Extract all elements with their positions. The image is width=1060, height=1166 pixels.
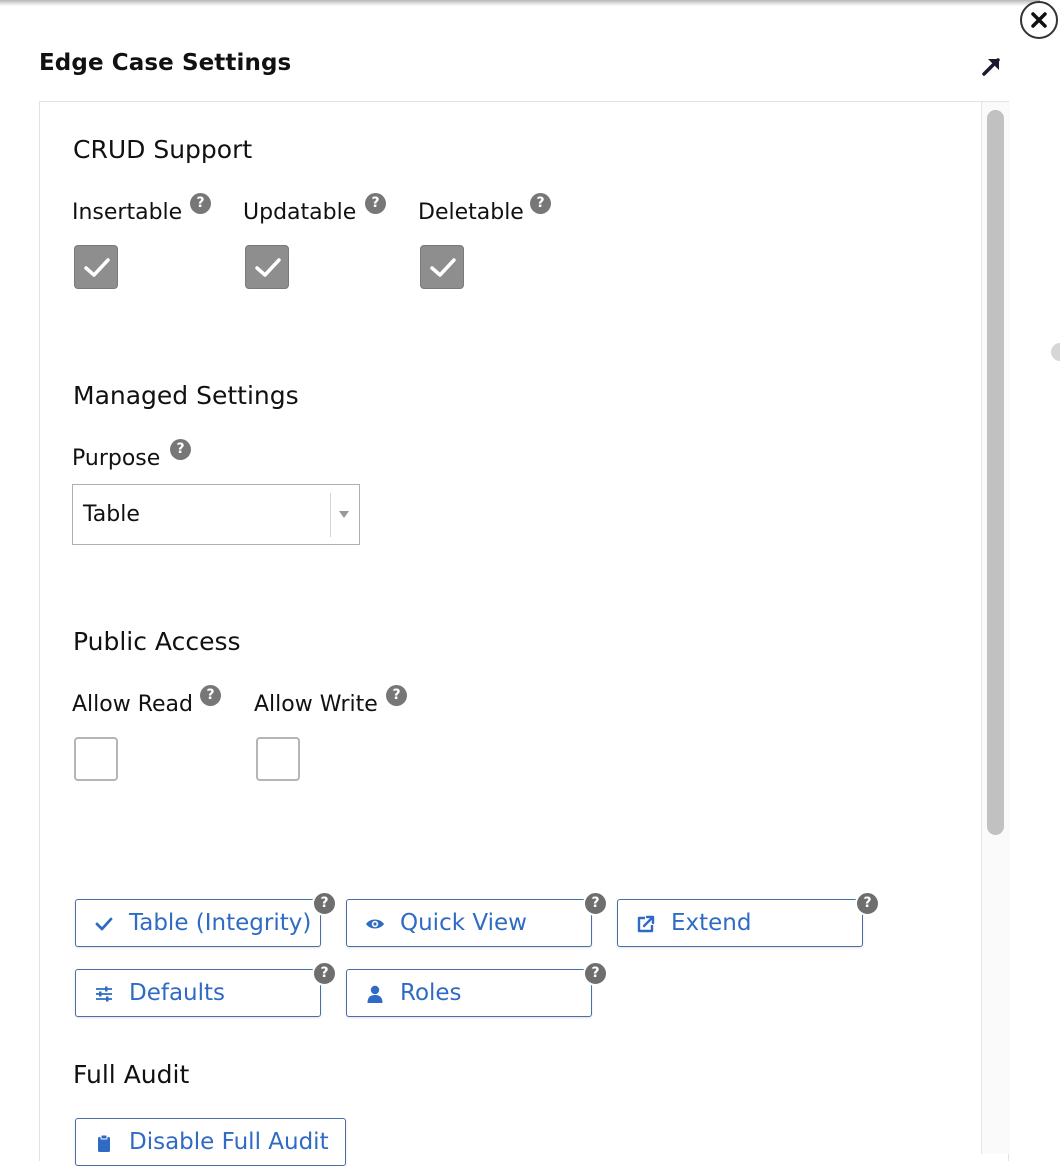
deletable-help-icon[interactable]: ? — [530, 193, 551, 214]
purpose-help-icon[interactable]: ? — [170, 439, 191, 460]
updatable-label: Updatable — [243, 200, 357, 225]
checkmark-icon — [255, 258, 281, 277]
eye-icon — [366, 919, 384, 929]
disable-full-audit-label: Disable Full Audit — [129, 1129, 329, 1155]
dialog-top-edge — [0, 0, 1040, 6]
updatable-checkbox[interactable] — [245, 245, 289, 289]
deletable-label: Deletable — [418, 200, 524, 225]
close-button[interactable] — [1020, 1, 1058, 39]
select-divider — [330, 493, 331, 537]
background-page-edge — [1051, 343, 1060, 361]
allow-write-help-icon[interactable]: ? — [386, 685, 407, 706]
dropdown-arrow-icon — [339, 511, 349, 518]
quick-view-label: Quick View — [400, 910, 527, 936]
allow-write-checkbox[interactable] — [256, 737, 300, 781]
crud-support-heading: CRUD Support — [73, 135, 253, 164]
allow-write-label: Allow Write — [254, 692, 378, 717]
managed-settings-heading: Managed Settings — [73, 381, 299, 410]
check-icon — [95, 917, 113, 931]
sliders-icon — [96, 986, 112, 1002]
close-icon — [1031, 12, 1047, 28]
roles-help-icon[interactable]: ? — [583, 961, 608, 986]
allow-read-label: Allow Read — [72, 692, 193, 717]
clipboard-icon — [98, 1134, 110, 1152]
roles-button[interactable]: Roles — [346, 969, 592, 1017]
allow-read-checkbox[interactable] — [74, 737, 118, 781]
allow-read-help-icon[interactable]: ? — [200, 685, 221, 706]
insertable-help-icon[interactable]: ? — [190, 193, 211, 214]
deletable-checkbox[interactable] — [420, 245, 464, 289]
purpose-label: Purpose — [72, 446, 161, 471]
checkmark-icon — [84, 258, 110, 277]
expand-button[interactable] — [978, 53, 1006, 81]
insertable-label: Insertable — [72, 200, 183, 225]
expand-arrow-icon — [982, 58, 1000, 76]
insertable-checkbox[interactable] — [74, 245, 118, 289]
defaults-label: Defaults — [129, 980, 226, 1006]
extend-help-icon[interactable]: ? — [855, 891, 880, 916]
extend-label: Extend — [671, 910, 752, 936]
table-integrity-label: Table (Integrity) — [129, 910, 312, 936]
defaults-button[interactable]: Defaults — [75, 969, 321, 1017]
external-link-icon — [637, 915, 655, 933]
purpose-select-value: Table — [83, 502, 140, 527]
defaults-help-icon[interactable]: ? — [312, 961, 337, 986]
table-integrity-help-icon[interactable]: ? — [312, 891, 337, 916]
scrollbar-thumb[interactable] — [987, 110, 1004, 835]
public-access-heading: Public Access — [73, 627, 241, 656]
full-audit-heading: Full Audit — [73, 1060, 190, 1089]
dialog-title: Edge Case Settings — [39, 50, 292, 76]
user-icon — [367, 985, 383, 1003]
extend-button[interactable]: Extend — [617, 899, 863, 947]
quick-view-button[interactable]: Quick View — [346, 899, 592, 947]
updatable-help-icon[interactable]: ? — [365, 193, 386, 214]
purpose-select[interactable]: Table — [72, 484, 360, 545]
disable-full-audit-button[interactable]: Disable Full Audit — [75, 1118, 346, 1166]
roles-label: Roles — [400, 980, 462, 1006]
table-integrity-button[interactable]: Table (Integrity) — [75, 899, 321, 947]
quick-view-help-icon[interactable]: ? — [583, 891, 608, 916]
checkmark-icon — [430, 258, 456, 277]
